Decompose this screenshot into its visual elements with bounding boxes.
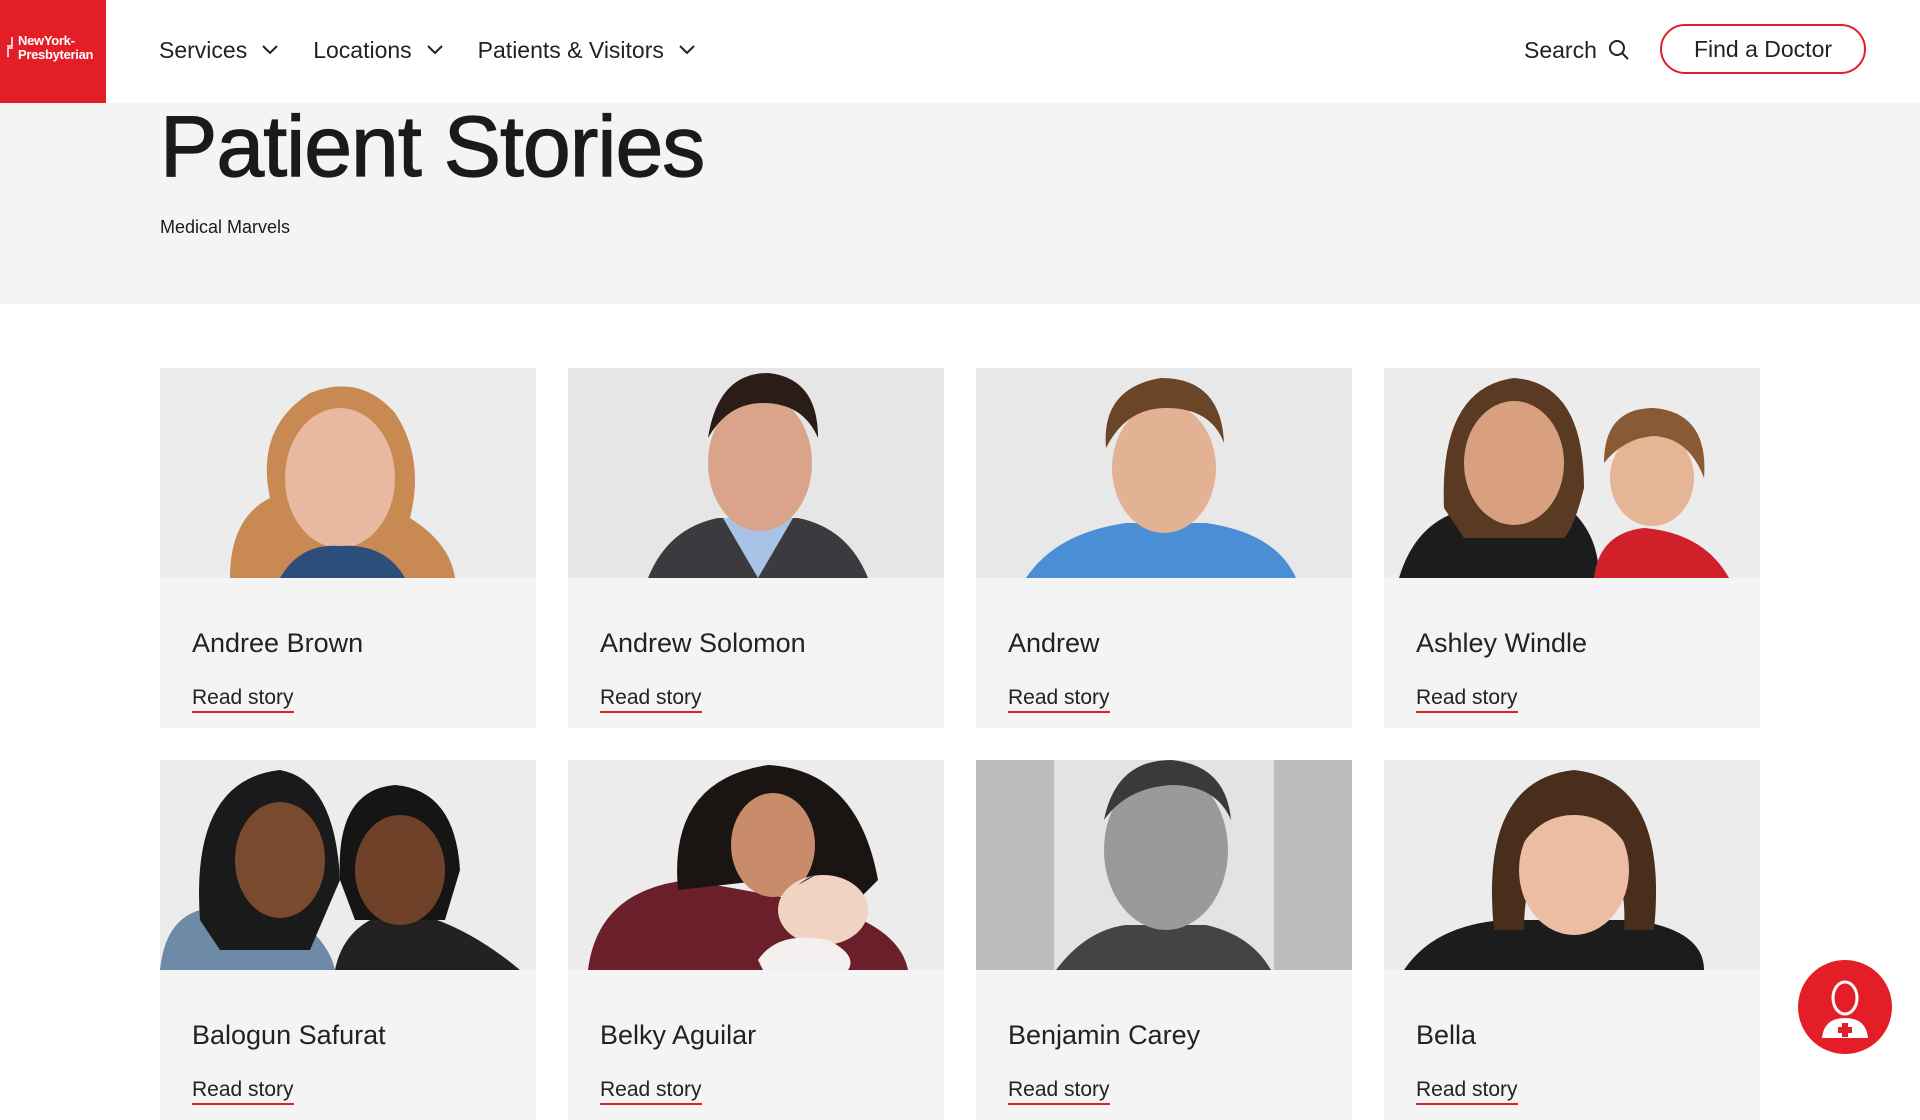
story-card[interactable]: Andrew Read story xyxy=(976,368,1352,728)
chevron-down-icon xyxy=(426,45,443,55)
nav-item-services[interactable]: Services xyxy=(159,37,279,64)
story-card[interactable]: Balogun Safurat Read story xyxy=(160,760,536,1120)
virtual-assistant-icon xyxy=(1822,980,1868,1038)
nav-item-label: Services xyxy=(159,36,248,63)
read-story-link[interactable]: Read story xyxy=(1416,686,1518,713)
story-name: Bella xyxy=(1416,1020,1477,1050)
story-name: Andree Brown xyxy=(192,628,364,658)
find-a-doctor-button[interactable]: Find a Doctor xyxy=(1660,24,1866,74)
search-label: Search xyxy=(1524,36,1597,63)
story-card[interactable]: Belky Aguilar Read story xyxy=(568,760,944,1120)
story-photo xyxy=(1384,760,1760,970)
story-card[interactable]: Bella Read story xyxy=(1384,760,1760,1120)
chevron-down-icon xyxy=(262,45,278,55)
search-button[interactable]: Search xyxy=(1524,0,1631,100)
story-photo xyxy=(160,368,536,578)
story-name: Benjamin Carey xyxy=(1008,1020,1201,1050)
nav-item-patients-visitors[interactable]: Patients & Visitors xyxy=(478,37,696,64)
story-card[interactable]: Andrew Solomon Read story xyxy=(568,368,944,728)
story-photo xyxy=(1384,368,1760,578)
medical-marvels-link[interactable]: Medical Marvels xyxy=(160,217,290,238)
story-photo xyxy=(976,760,1352,970)
newyork-presbyterian-logo[interactable]: NewYork- Presbyterian xyxy=(0,0,106,103)
story-name: Andrew xyxy=(1008,628,1100,658)
hero-section: Patient Stories Medical Marvels xyxy=(0,99,1920,304)
read-story-link[interactable]: Read story xyxy=(1416,1078,1518,1105)
virtual-assistant-button[interactable] xyxy=(1798,960,1892,1054)
story-photo xyxy=(976,368,1352,578)
logo-text: NewYork- Presbyterian xyxy=(18,33,94,62)
nav-item-label: Locations xyxy=(313,36,412,63)
story-card[interactable]: Ashley Windle Read story xyxy=(1384,368,1760,728)
story-name: Ashley Windle xyxy=(1416,628,1588,658)
story-photo xyxy=(568,368,944,578)
logo-mark-icon xyxy=(7,37,13,57)
story-name: Belky Aguilar xyxy=(600,1020,757,1050)
read-story-link[interactable]: Read story xyxy=(600,686,702,713)
nav-item-locations[interactable]: Locations xyxy=(313,37,443,64)
page-title: Patient Stories xyxy=(159,99,705,195)
story-card[interactable]: Benjamin Carey Read story xyxy=(976,760,1352,1120)
nav-item-label: Patients & Visitors xyxy=(477,36,664,63)
main-nav: Services Locations Patients & Visitors xyxy=(159,0,730,100)
story-photo xyxy=(568,760,944,970)
story-name: Andrew Solomon xyxy=(600,628,806,658)
read-story-link[interactable]: Read story xyxy=(192,686,294,713)
chevron-down-icon xyxy=(679,45,695,55)
read-story-link[interactable]: Read story xyxy=(192,1078,294,1105)
read-story-link[interactable]: Read story xyxy=(600,1078,702,1105)
story-photo xyxy=(160,760,536,970)
read-story-link[interactable]: Read story xyxy=(1008,1078,1110,1105)
search-icon xyxy=(1608,40,1629,60)
read-story-link[interactable]: Read story xyxy=(1008,686,1110,713)
find-a-doctor-label: Find a Doctor xyxy=(1693,35,1833,62)
story-name: Balogun Safurat xyxy=(192,1020,386,1050)
story-card[interactable]: Andree Brown Read story xyxy=(160,368,536,728)
site-header: NewYork- Presbyterian Services Locations… xyxy=(0,0,1920,103)
